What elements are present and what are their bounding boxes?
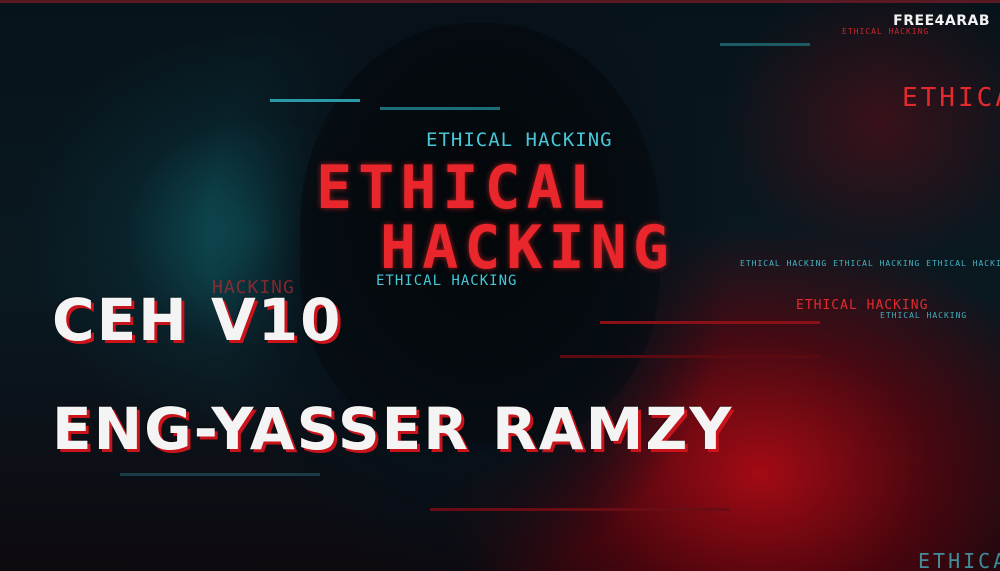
overlay-text-center-top: ETHICAL HACKING	[426, 129, 613, 151]
glitch-bar	[380, 107, 500, 110]
headline-instructor: ENG-YASSER RAMZY	[52, 395, 734, 463]
overlay-text-right-mid-small: ETHICAL HACKING	[880, 311, 968, 320]
glitch-bar	[430, 508, 730, 511]
course-banner: ETHICAL HACKING ETHICAL HACKING ETHICAL …	[0, 0, 1000, 571]
glitch-bar	[720, 43, 810, 46]
overlay-text-center-small: ETHICAL HACKING	[376, 273, 518, 289]
brand-logo: FREE4ARAB	[893, 13, 990, 29]
glitch-bar	[600, 321, 820, 324]
glitch-bar	[270, 99, 360, 102]
headline-course: CEH V10	[52, 286, 343, 354]
glitch-bar	[560, 355, 820, 358]
overlay-text-right-top: ETHICAL	[902, 83, 1000, 113]
glitch-bar	[120, 473, 320, 476]
overlay-text-right-row: ETHICAL HACKING ETHICAL HACKING ETHICAL …	[740, 259, 1000, 268]
